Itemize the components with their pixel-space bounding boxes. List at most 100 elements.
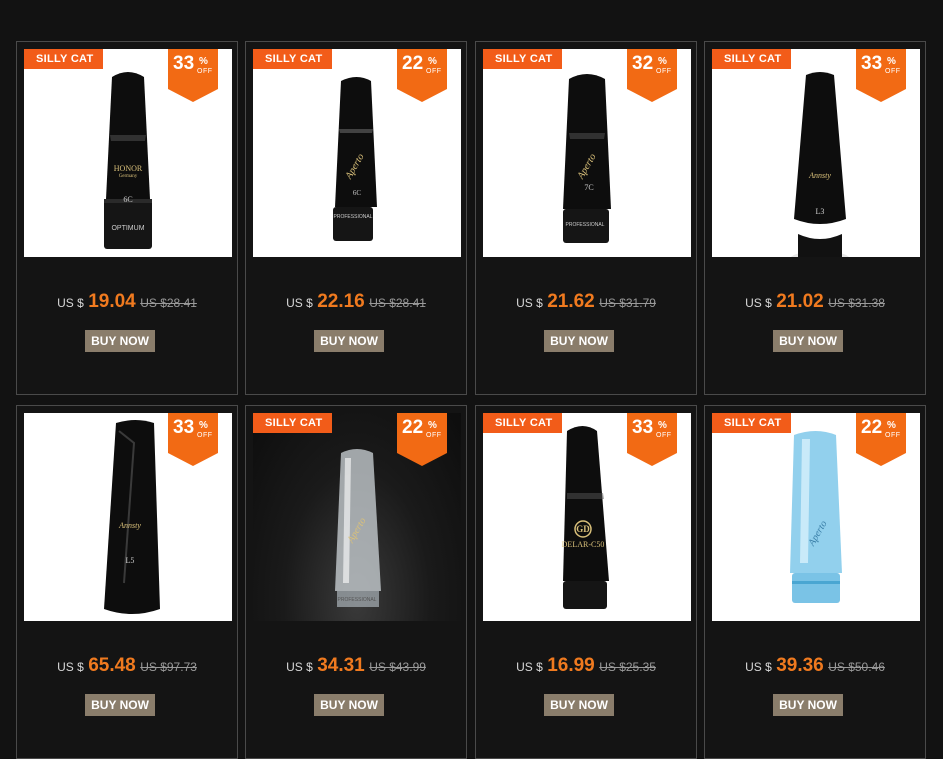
mouthpiece-model-text: PROFESSIONAL: [565, 222, 605, 228]
product-image[interactable]: Aperto SILLY CAT 22 % OFF: [712, 413, 920, 621]
product-card[interactable]: GD DELAR-C50 SILLY CAT 33 % OFF US $ 16.…: [475, 405, 697, 759]
discount-badge: 22 % OFF: [397, 49, 447, 102]
mouthpiece-brand-text: Annsty: [809, 171, 831, 180]
discount-badge: 33 % OFF: [856, 49, 906, 102]
product-image[interactable]: Aperto PROFESSIONAL SILLY CAT 22 % OFF: [253, 413, 461, 621]
mouthpiece-model-text: OPTIMUM: [111, 225, 145, 232]
price-row: US $ 16.99 US $25.35: [476, 655, 696, 677]
product-image[interactable]: Annsty L3 SILLY CAT 33 % OFF: [712, 49, 920, 257]
mouthpiece-size-text: L5: [125, 556, 135, 565]
original-price: US $28.41: [140, 296, 197, 310]
original-price: US $25.35: [599, 660, 656, 674]
discount-percent: 33: [632, 417, 654, 438]
discount-percent: 33: [861, 53, 883, 74]
product-image[interactable]: Aperto 7C PROFESSIONAL SILLY CAT 32 % OF…: [483, 49, 691, 257]
percent-symbol: %: [428, 420, 437, 431]
discount-badge: 33 % OFF: [627, 413, 677, 466]
buy-now-button[interactable]: BUY NOW: [773, 330, 843, 352]
off-label: OFF: [885, 68, 901, 75]
buy-now-button[interactable]: BUY NOW: [85, 694, 155, 716]
original-price: US $97.73: [140, 660, 197, 674]
original-price: US $28.41: [369, 296, 426, 310]
sale-price: 39.36: [776, 655, 824, 676]
sale-price: 16.99: [547, 655, 595, 676]
product-card[interactable]: Aperto 7C PROFESSIONAL SILLY CAT 32 % OF…: [475, 41, 697, 395]
brand-badge: SILLY CAT: [24, 49, 103, 69]
product-image[interactable]: Aperto 6C PROFESSIONAL SILLY CAT 22 % OF…: [253, 49, 461, 257]
original-price: US $50.46: [828, 660, 885, 674]
currency-label: US $: [745, 660, 772, 674]
sale-price: 34.31: [317, 655, 365, 676]
buy-now-button[interactable]: BUY NOW: [314, 694, 384, 716]
original-price: US $43.99: [369, 660, 426, 674]
brand-badge: SILLY CAT: [253, 49, 332, 69]
mouthpiece-size-text: 7C: [584, 183, 594, 192]
percent-symbol: %: [199, 420, 208, 431]
mouthpiece-model-text: DELAR-C50: [561, 540, 605, 549]
buy-now-button[interactable]: BUY NOW: [314, 330, 384, 352]
brand-badge: SILLY CAT: [253, 413, 332, 433]
off-label: OFF: [197, 68, 213, 75]
off-label: OFF: [426, 432, 442, 439]
product-card[interactable]: Annsty L5 33 % OFF US $ 65.48 US $97.73 …: [16, 405, 238, 759]
percent-symbol: %: [887, 56, 896, 67]
discount-percent: 22: [402, 417, 424, 438]
mouthpiece-model-text: PROFESSIONAL: [333, 214, 373, 220]
product-image[interactable]: HONOR Germany 6C OPTIMUM SILLY CAT 33 % …: [24, 49, 232, 257]
currency-label: US $: [57, 296, 84, 310]
original-price: US $31.79: [599, 296, 656, 310]
off-label: OFF: [656, 68, 672, 75]
off-label: OFF: [426, 68, 442, 75]
product-card[interactable]: Aperto SILLY CAT 22 % OFF US $ 39.36 US …: [704, 405, 926, 759]
sale-price: 65.48: [88, 655, 136, 676]
off-label: OFF: [197, 432, 213, 439]
product-card[interactable]: HONOR Germany 6C OPTIMUM SILLY CAT 33 % …: [16, 41, 238, 395]
sale-price: 22.16: [317, 291, 365, 312]
mouthpiece-size-text: 6C: [352, 189, 362, 197]
off-label: OFF: [656, 432, 672, 439]
sale-price: 21.02: [776, 291, 824, 312]
currency-label: US $: [516, 296, 543, 310]
percent-symbol: %: [658, 420, 667, 431]
mouthpiece-size-text: L3: [815, 207, 825, 216]
brand-badge: SILLY CAT: [483, 413, 562, 433]
off-label: OFF: [885, 432, 901, 439]
price-row: US $ 21.02 US $31.38: [705, 291, 925, 313]
price-row: US $ 22.16 US $28.41: [246, 291, 466, 313]
percent-symbol: %: [658, 56, 667, 67]
sale-price: 19.04: [88, 291, 136, 312]
mouthpiece-size-text: 6C: [123, 195, 133, 204]
buy-now-button[interactable]: BUY NOW: [85, 330, 155, 352]
currency-label: US $: [286, 296, 313, 310]
product-card[interactable]: Annsty L3 SILLY CAT 33 % OFF US $ 21.02 …: [704, 41, 926, 395]
buy-now-button[interactable]: BUY NOW: [544, 330, 614, 352]
price-row: US $ 21.62 US $31.79: [476, 291, 696, 313]
price-row: US $ 65.48 US $97.73: [17, 655, 237, 677]
discount-percent: 32: [632, 53, 654, 74]
original-price: US $31.38: [828, 296, 885, 310]
product-grid: HONOR Germany 6C OPTIMUM SILLY CAT 33 % …: [0, 0, 943, 759]
discount-percent: 33: [173, 417, 195, 438]
brand-badge: SILLY CAT: [712, 49, 791, 69]
discount-percent: 33: [173, 53, 195, 74]
discount-badge: 33 % OFF: [168, 49, 218, 102]
discount-badge: 33 % OFF: [168, 413, 218, 466]
discount-badge: 22 % OFF: [397, 413, 447, 466]
currency-label: US $: [57, 660, 84, 674]
percent-symbol: %: [199, 56, 208, 67]
buy-now-button[interactable]: BUY NOW: [773, 694, 843, 716]
price-row: US $ 34.31 US $43.99: [246, 655, 466, 677]
product-card[interactable]: Aperto 6C PROFESSIONAL SILLY CAT 22 % OF…: [245, 41, 467, 395]
product-card[interactable]: Aperto PROFESSIONAL SILLY CAT 22 % OFF U…: [245, 405, 467, 759]
percent-symbol: %: [428, 56, 437, 67]
mouthpiece-brand-text: Annsty: [119, 521, 141, 530]
product-image[interactable]: GD DELAR-C50 SILLY CAT 33 % OFF: [483, 413, 691, 621]
percent-symbol: %: [887, 420, 896, 431]
product-image[interactable]: Annsty L5 33 % OFF: [24, 413, 232, 621]
price-row: US $ 39.36 US $50.46: [705, 655, 925, 677]
mouthpiece-origin-text: Germany: [118, 174, 138, 179]
currency-label: US $: [745, 296, 772, 310]
brand-badge: SILLY CAT: [712, 413, 791, 433]
sale-price: 21.62: [547, 291, 595, 312]
buy-now-button[interactable]: BUY NOW: [544, 694, 614, 716]
